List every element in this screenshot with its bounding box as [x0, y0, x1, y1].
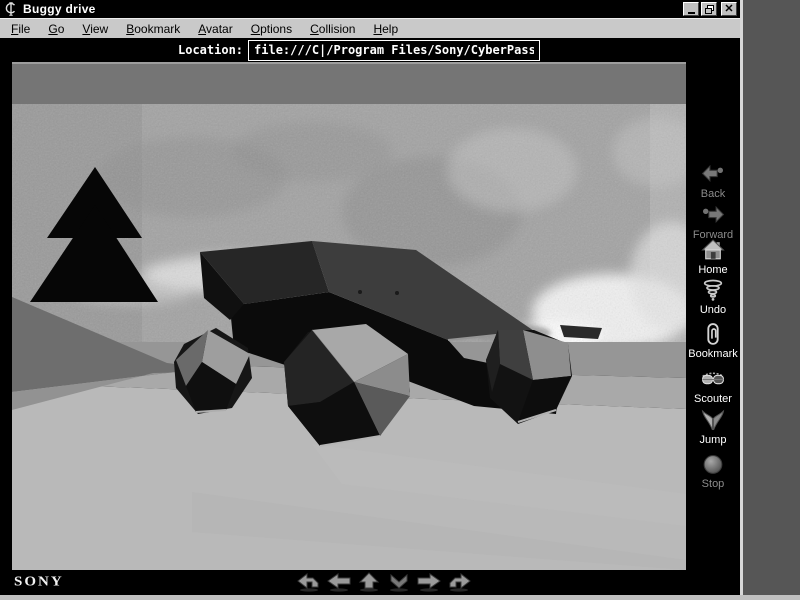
turn-right-arrow-button[interactable] [446, 572, 472, 597]
menu-bar: FileGoViewBookmarkAvatarOptionsCollision… [0, 18, 740, 38]
minimize-button[interactable] [683, 2, 699, 16]
sidebar-button-label: Jump [700, 434, 727, 446]
home-icon [700, 238, 726, 263]
sidebar-button-jump[interactable]: Jump [686, 408, 740, 446]
move-down-arrow-icon [386, 572, 412, 592]
location-bar: Location: [0, 38, 740, 62]
move-up-arrow-button[interactable] [356, 572, 382, 597]
move-left-arrow-icon [326, 572, 352, 592]
move-right-arrow-button[interactable] [416, 572, 442, 597]
menu-item-go[interactable]: Go [39, 22, 73, 36]
sidebar-button-home[interactable]: Home [686, 238, 740, 276]
menu-item-options[interactable]: Options [242, 22, 301, 36]
menu-item-bookmark[interactable]: Bookmark [117, 22, 189, 36]
minimize-icon [688, 12, 695, 14]
window-controls: ✕ [683, 2, 737, 16]
stop-sphere-icon [700, 452, 726, 477]
cyberpassage-logo-icon [4, 2, 18, 16]
jump-wings-icon [700, 408, 726, 433]
turn-right-arrow-icon [446, 572, 472, 592]
menu-item-view[interactable]: View [73, 22, 117, 36]
sidebar-button-undo[interactable]: Undo [686, 278, 740, 316]
right-panel [743, 0, 800, 595]
bottom-bar: SONY [0, 570, 740, 595]
bookmark-paperclip-icon [700, 322, 726, 347]
title-bar: Buggy drive ✕ [0, 0, 740, 18]
sidebar-button-forward[interactable]: Forward [686, 203, 740, 241]
close-button[interactable]: ✕ [721, 2, 737, 16]
move-right-arrow-icon [416, 572, 442, 592]
movement-controls [296, 572, 472, 597]
sidebar-button-stop[interactable]: Stop [686, 452, 740, 490]
back-arrow-icon [700, 162, 726, 187]
move-left-arrow-button[interactable] [326, 572, 352, 597]
sidebar-button-label: Stop [702, 478, 725, 490]
sidebar-button-label: Back [701, 188, 725, 200]
window-bottom-border [0, 595, 800, 600]
sidebar-button-label: Bookmark [688, 348, 738, 360]
sidebar-button-label: Home [698, 264, 727, 276]
scouter-goggles-icon [700, 367, 726, 392]
app-window: Buggy drive ✕ FileGoViewBookmarkAvatarOp… [0, 0, 800, 600]
menu-item-avatar[interactable]: Avatar [189, 22, 241, 36]
turn-left-arrow-icon [296, 572, 322, 592]
location-label: Location: [178, 43, 243, 57]
sidebar-button-label: Undo [700, 304, 726, 316]
sony-logo: SONY [14, 575, 64, 591]
main-area: Back Forward Home Undo Bookmark Scouter Jump St… [0, 62, 740, 570]
sidebar-button-label: Scouter [694, 393, 732, 405]
sidebar-button-scouter[interactable]: Scouter [686, 367, 740, 405]
undo-tornado-icon [700, 278, 726, 303]
restore-icon [705, 5, 714, 14]
3d-viewport[interactable] [12, 62, 686, 570]
turn-left-arrow-button[interactable] [296, 572, 322, 597]
sidebar-button-bookmark[interactable]: Bookmark [686, 322, 740, 360]
window-title: Buggy drive [23, 2, 96, 16]
sidebar-button-back[interactable]: Back [686, 162, 740, 200]
menu-item-help[interactable]: Help [364, 22, 407, 36]
forward-arrow-icon [700, 203, 726, 228]
menu-item-file[interactable]: File [2, 22, 39, 36]
menu-item-collision[interactable]: Collision [301, 22, 364, 36]
close-icon: ✕ [724, 4, 733, 14]
move-up-arrow-icon [356, 572, 382, 592]
scene-svg [12, 62, 686, 570]
restore-button[interactable] [701, 2, 717, 16]
move-down-arrow-button[interactable] [386, 572, 412, 597]
nav-sidebar: Back Forward Home Undo Bookmark Scouter Jump St… [686, 62, 740, 570]
location-input[interactable] [248, 40, 540, 61]
